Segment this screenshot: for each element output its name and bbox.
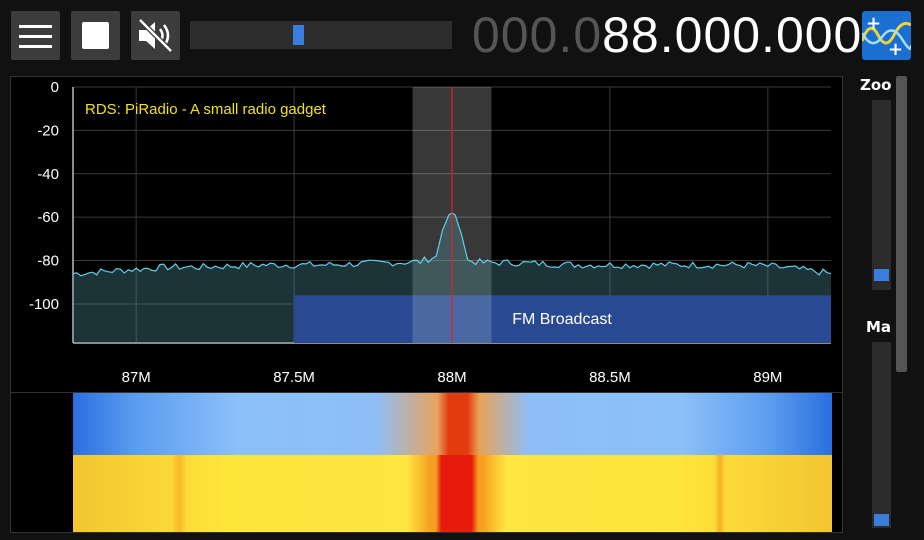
hamburger-menu-icon [19, 25, 52, 28]
waterfall-display[interactable] [10, 393, 843, 533]
side-scrollbar[interactable] [896, 76, 907, 372]
hamburger-line [19, 45, 52, 48]
band-label: FM Broadcast [512, 311, 612, 328]
x-tick-label: 88.5M [589, 369, 631, 386]
y-tick-label: -100 [29, 296, 59, 313]
y-tick-label: -20 [37, 122, 59, 139]
y-tick-label: -40 [37, 166, 59, 183]
zoom-slider-thumb[interactable] [874, 269, 889, 281]
frequency-digits: 88.000.000 [602, 7, 863, 63]
volume-slider[interactable] [190, 21, 452, 49]
stop-button[interactable] [71, 11, 120, 60]
max-slider-thumb[interactable] [874, 514, 889, 526]
y-tick-label: -60 [37, 209, 59, 226]
svg-text:+: + [888, 39, 903, 60]
zoom-label: Zoo [860, 76, 892, 94]
menu-button[interactable] [11, 11, 60, 60]
x-tick-label: 88M [437, 369, 466, 386]
zoom-slider[interactable] [872, 100, 891, 290]
max-label: Ma [866, 318, 892, 336]
x-tick-label: 87.5M [273, 369, 315, 386]
speaker-muted-icon [138, 18, 173, 53]
y-tick-label: -80 [37, 253, 59, 270]
waterfall-signal-history-recent [73, 393, 832, 455]
svg-text:+: + [866, 13, 881, 34]
mute-button[interactable] [131, 11, 180, 60]
waveform-settings-icon: + + [862, 13, 911, 60]
y-tick-label: 0 [51, 79, 59, 96]
rds-text: RDS: PiRadio - A small radio gadget [85, 101, 327, 118]
frequency-leading-digits: 000.0 [472, 7, 603, 63]
waterfall-signal-history-old [73, 455, 832, 532]
frequency-display[interactable]: 000.088.000.000 [472, 7, 862, 63]
volume-slider-thumb[interactable] [293, 25, 304, 45]
x-tick-label: 89M [753, 369, 782, 386]
spectrum-panel[interactable]: 0 -20 -40 -60 -80 -100 87M 87.5M 88M 88.5M 89M RDS… [10, 76, 843, 393]
max-slider[interactable] [872, 342, 891, 528]
waveform-settings-button[interactable]: + + [862, 11, 911, 60]
spectrum-chart[interactable]: 0 -20 -40 -60 -80 -100 87M 87.5M 88M 88.5M 89M RDS… [11, 77, 844, 394]
x-tick-label: 87M [122, 369, 151, 386]
hamburger-line [19, 35, 52, 38]
stop-icon [82, 22, 109, 49]
